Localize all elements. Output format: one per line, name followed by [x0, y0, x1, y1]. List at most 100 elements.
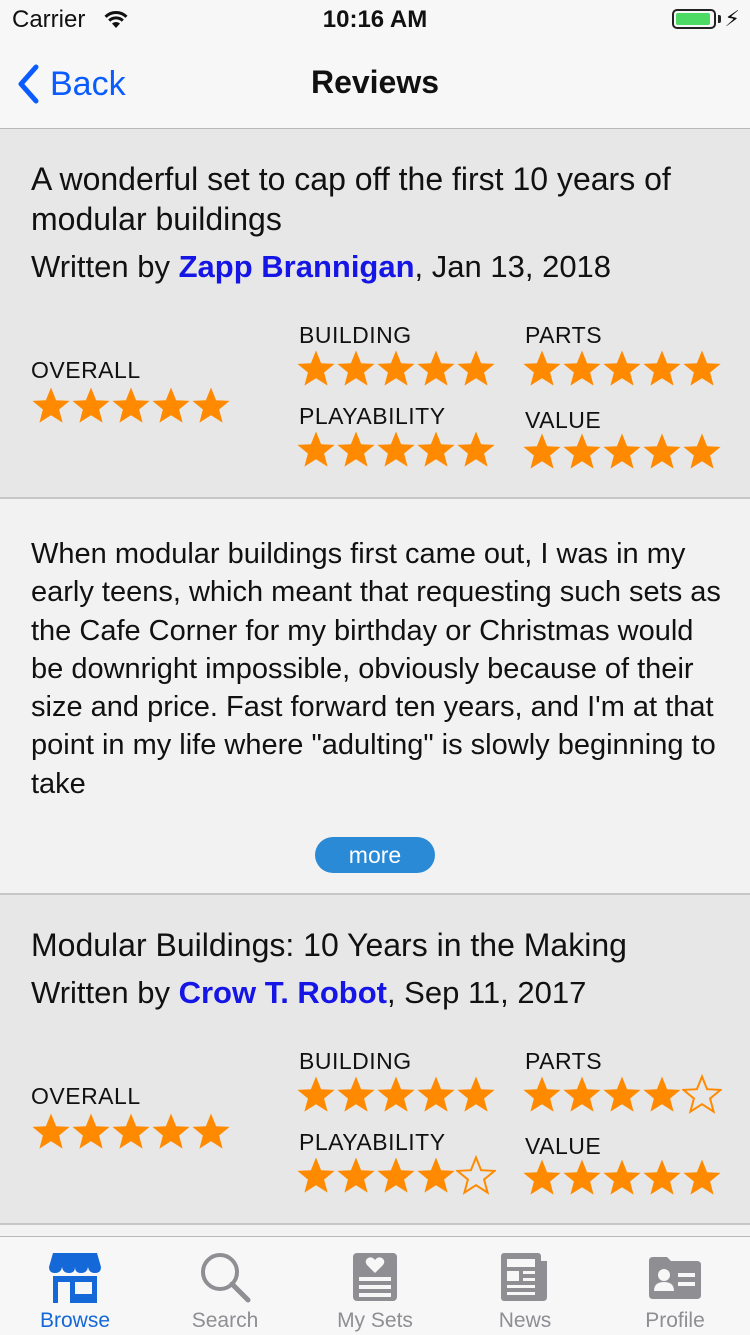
battery-tip	[718, 15, 721, 23]
review-title: A wonderful set to cap off the first 10 …	[31, 161, 671, 237]
star-filled-icon	[337, 350, 375, 386]
newspaper-icon	[501, 1253, 547, 1301]
more-button[interactable]: more	[315, 837, 435, 873]
star-filled-icon	[417, 431, 455, 467]
star-filled-icon	[417, 1076, 455, 1112]
star-filled-icon	[683, 1159, 721, 1195]
star-filled-icon	[32, 387, 70, 423]
star-filled-icon	[523, 350, 561, 386]
star-filled-icon	[377, 431, 415, 467]
star-filled-icon	[563, 433, 601, 469]
tab-label: My Sets	[337, 1309, 413, 1332]
review-title: Modular Buildings: 10 Years in the Makin…	[31, 927, 627, 963]
review-date: , Sep 11, 2017	[386, 975, 587, 1010]
playability-label: PLAYABILITY	[299, 403, 446, 429]
building-label: BUILDING	[299, 322, 412, 348]
page-title: Reviews	[310, 64, 440, 100]
star-filled-icon	[563, 350, 601, 386]
star-filled-icon	[192, 1113, 230, 1149]
status-bar: Carrier 10:16 AM ⚡	[0, 0, 750, 40]
building-label: BUILDING	[299, 1048, 412, 1074]
star-filled-icon	[337, 1076, 375, 1112]
star-filled-icon	[523, 433, 561, 469]
magnifier-icon	[201, 1253, 251, 1303]
star-filled-icon	[563, 1076, 601, 1112]
star-filled-icon	[192, 387, 230, 423]
review-byline: Written by Crow T. Robot, Sep 11, 2017	[31, 975, 586, 1011]
tab-label: Profile	[645, 1309, 705, 1332]
star-filled-icon	[603, 1159, 641, 1195]
overall-label: OVERALL	[31, 357, 141, 383]
star-filled-icon	[457, 1076, 495, 1112]
heart-list-icon	[353, 1253, 397, 1301]
tab-news[interactable]: News	[450, 1237, 600, 1335]
battery-icon	[672, 9, 716, 29]
star-filled-icon	[297, 1157, 335, 1193]
written-by-label: Written by	[31, 249, 179, 284]
value-stars	[522, 1157, 722, 1197]
building-stars	[296, 348, 496, 388]
author-link[interactable]: Crow T. Robot	[179, 975, 387, 1010]
star-filled-icon	[72, 387, 110, 423]
tab-browse[interactable]: Browse	[0, 1237, 150, 1335]
star-filled-icon	[377, 1157, 415, 1193]
star-empty-icon	[456, 1155, 496, 1195]
star-filled-icon	[152, 387, 190, 423]
value-label: VALUE	[525, 407, 602, 433]
tab-label: News	[498, 1309, 552, 1332]
tab-label: Search	[191, 1309, 259, 1332]
id-card-icon	[649, 1257, 701, 1299]
parts-stars	[522, 1074, 722, 1114]
overall-label: OVERALL	[31, 1083, 141, 1109]
overall-stars	[31, 385, 231, 425]
star-filled-icon	[643, 350, 681, 386]
star-filled-icon	[643, 1076, 681, 1112]
navigation-bar: Back Reviews	[0, 40, 750, 129]
star-filled-icon	[112, 1113, 150, 1149]
review-header: A wonderful set to cap off the first 10 …	[0, 129, 750, 499]
tab-bar: Browse Search My Sets News Profile	[0, 1236, 750, 1335]
star-filled-icon	[377, 350, 415, 386]
parts-label: PARTS	[525, 1048, 603, 1074]
star-filled-icon	[72, 1113, 110, 1149]
tab-search[interactable]: Search	[150, 1237, 300, 1335]
star-filled-icon	[457, 350, 495, 386]
star-filled-icon	[337, 1157, 375, 1193]
parts-stars	[522, 348, 722, 388]
playability-label: PLAYABILITY	[299, 1129, 446, 1155]
tab-my-sets[interactable]: My Sets	[300, 1237, 450, 1335]
review-byline: Written by Zapp Brannigan, Jan 13, 2018	[31, 249, 611, 285]
review-header: Modular Buildings: 10 Years in the Makin…	[0, 895, 750, 1225]
star-filled-icon	[683, 433, 721, 469]
star-empty-icon	[682, 1074, 722, 1114]
star-filled-icon	[337, 431, 375, 467]
star-filled-icon	[297, 431, 335, 467]
building-stars	[296, 1074, 496, 1114]
tab-label: Browse	[39, 1309, 111, 1332]
star-filled-icon	[643, 1159, 681, 1195]
charging-icon: ⚡	[724, 6, 740, 31]
star-filled-icon	[377, 1076, 415, 1112]
overall-stars	[31, 1111, 231, 1151]
star-filled-icon	[563, 1159, 601, 1195]
author-link[interactable]: Zapp Brannigan	[179, 249, 415, 284]
tab-profile[interactable]: Profile	[600, 1237, 750, 1335]
star-filled-icon	[112, 387, 150, 423]
value-label: VALUE	[525, 1133, 602, 1159]
playability-stars	[296, 429, 496, 469]
star-filled-icon	[32, 1113, 70, 1149]
playability-stars	[296, 1155, 496, 1195]
review-body: When modular buildings first came out, I…	[0, 499, 750, 895]
star-filled-icon	[603, 433, 641, 469]
value-stars	[522, 431, 722, 471]
star-filled-icon	[603, 1076, 641, 1112]
storefront-icon	[49, 1253, 101, 1303]
star-filled-icon	[603, 350, 641, 386]
star-filled-icon	[523, 1159, 561, 1195]
star-filled-icon	[643, 433, 681, 469]
star-filled-icon	[523, 1076, 561, 1112]
star-filled-icon	[297, 1076, 335, 1112]
star-filled-icon	[152, 1113, 190, 1149]
clock: 10:16 AM	[322, 6, 428, 33]
star-filled-icon	[297, 350, 335, 386]
